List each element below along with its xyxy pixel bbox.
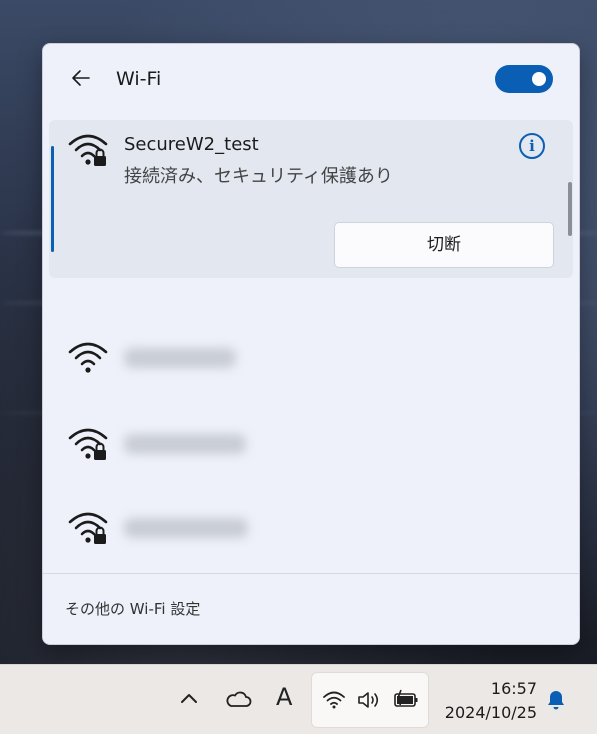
back-arrow-icon[interactable] [67,64,95,92]
network-status: 接続済み、セキュリティ保護あり [124,166,393,187]
more-wifi-settings-link[interactable]: その他の Wi-Fi 設定 [65,598,200,619]
network-list: SecureW2_test 接続済み、セキュリティ保護あり i 切断 [43,118,579,573]
chevron-up-icon[interactable] [180,691,198,705]
network-name-redacted [124,348,236,368]
wifi-secured-icon [68,428,108,460]
wifi-secured-icon [68,134,108,166]
network-name: SecureW2_test [124,134,259,155]
clock-time[interactable]: 16:57 [441,679,537,698]
wifi-icon [323,691,345,709]
wifi-secured-icon [68,512,108,544]
network-item-connected[interactable]: SecureW2_test 接続済み、セキュリティ保護あり i 切断 [49,120,573,278]
wifi-icon [68,342,108,373]
wifi-flyout: Wi-Fi SecureW2_test 接続済み、セキュリティ保護あり i 切断 [42,43,580,645]
battery-charging-icon [394,689,418,707]
info-icon[interactable]: i [519,133,545,159]
page-title: Wi-Fi [116,68,162,90]
network-name-redacted [124,434,246,454]
onedrive-cloud-icon[interactable] [224,689,252,709]
quick-settings-button[interactable] [311,672,429,728]
toggle-knob [532,72,546,86]
flyout-header: Wi-Fi [43,44,579,116]
network-item[interactable] [49,318,573,398]
selection-indicator [51,146,54,252]
network-item[interactable] [49,404,573,484]
wifi-toggle[interactable] [495,65,553,93]
disconnect-button[interactable]: 切断 [334,222,554,268]
ime-icon[interactable]: A [276,683,292,711]
taskbar: A 16:57 2024/10/25 [0,664,597,734]
clock-date[interactable]: 2024/10/25 [441,703,537,722]
network-item[interactable] [49,488,573,568]
scrollbar[interactable] [568,182,572,236]
flyout-footer: その他の Wi-Fi 設定 [43,573,579,644]
notification-bell-icon[interactable] [546,689,566,711]
network-name-redacted [124,518,248,538]
volume-icon [358,692,379,708]
